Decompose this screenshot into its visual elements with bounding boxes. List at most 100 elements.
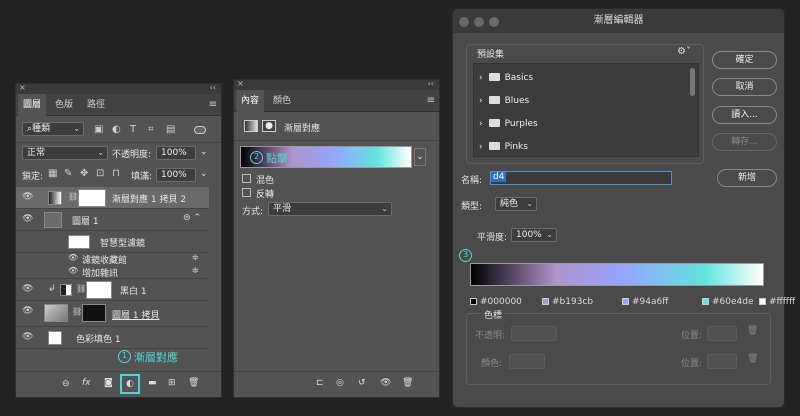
panel-menu-icon[interactable]: ≡ <box>427 95 435 106</box>
stop-color-swatch[interactable] <box>509 354 545 369</box>
gradient-bar[interactable] <box>470 263 764 286</box>
add-mask-icon[interactable]: ◙ <box>104 378 113 388</box>
stop-opacity-input[interactable] <box>511 326 557 341</box>
lock-paint-icon[interactable]: ✎ <box>64 168 72 180</box>
close-window-button[interactable] <box>459 17 469 27</box>
tab-properties[interactable]: 內容 <box>236 90 265 112</box>
toggle-visibility-icon[interactable]: 👁 <box>380 378 391 388</box>
minimize-window-button[interactable] <box>474 17 484 27</box>
dither-checkbox[interactable] <box>242 174 251 183</box>
dialog-titlebar: 漸層編輯器 <box>453 9 784 33</box>
fill-input[interactable]: 100% <box>156 168 196 182</box>
gradient-map-icon <box>244 120 258 132</box>
type-select[interactable]: 純色 ⌄ <box>495 197 537 211</box>
annotation-2-badge: 2 <box>250 151 263 164</box>
zoom-window-button[interactable] <box>489 17 499 27</box>
load-button[interactable]: 讀入... <box>712 106 777 124</box>
layer-row[interactable]: 👁 ⛓ 圖層 1 拷貝 <box>16 301 209 327</box>
method-select[interactable]: 平滑 ⌄ <box>268 202 392 216</box>
close-icon[interactable]: × <box>19 83 26 92</box>
panel-menu-icon[interactable]: ≡ <box>209 99 217 110</box>
lock-artboard-icon[interactable]: ⊡ <box>96 168 104 180</box>
name-input[interactable]: d4 <box>490 171 672 185</box>
color-stop[interactable]: #94a6ff <box>622 297 668 307</box>
trash-icon[interactable]: 🗑 <box>747 326 758 336</box>
adjustment-filter-icon[interactable]: ◐ <box>112 124 121 136</box>
gear-icon[interactable]: ⚙˅ <box>677 46 691 57</box>
filter-row[interactable]: 👁 增加雜訊 ≑ <box>16 265 209 279</box>
preset-folder[interactable]: › Purples <box>474 114 538 134</box>
tab-layers[interactable]: 圖層 <box>18 94 47 116</box>
opacity-input[interactable]: 100% <box>156 146 196 160</box>
preset-folder[interactable]: › Pinks <box>474 137 528 157</box>
fx-icon[interactable]: fx <box>82 378 91 388</box>
trash-icon[interactable]: 🗑 <box>402 378 413 388</box>
link-icon[interactable]: ⛓ <box>72 307 82 316</box>
stop-location-input-2[interactable] <box>707 354 737 369</box>
visibility-eye-icon[interactable]: 👁 <box>68 253 78 262</box>
smart-filter-row[interactable]: 智慧型濾鏡 <box>16 231 209 253</box>
gradient-dropdown-icon[interactable]: ⌄ <box>414 148 426 166</box>
new-group-icon[interactable]: ▬ <box>148 378 157 388</box>
tab-paths[interactable]: 路徑 <box>82 94 110 116</box>
ok-button[interactable]: 確定 <box>712 51 777 69</box>
tab-channels[interactable]: 色版 <box>50 94 78 116</box>
lock-transparent-icon[interactable]: ▦ <box>48 168 57 180</box>
layer-row[interactable]: 👁 ↲ ⛓ 黑白 1 <box>16 279 209 301</box>
lock-all-icon[interactable]: ⊓ <box>112 168 120 180</box>
filter-toggle[interactable] <box>194 126 206 134</box>
save-button[interactable]: 轉存... <box>712 133 777 151</box>
reset-icon[interactable]: ↺ <box>358 378 366 388</box>
link-icon[interactable]: ⛓ <box>68 192 78 201</box>
presets-scrollbar[interactable] <box>690 68 695 96</box>
color-stop[interactable]: #60e4de <box>702 297 754 307</box>
type-filter-icon[interactable]: T <box>130 124 136 136</box>
trash-icon[interactable]: 🗑 <box>747 354 758 364</box>
trash-icon[interactable]: 🗑 <box>188 378 199 388</box>
visibility-eye-icon[interactable]: 👁 <box>22 284 34 294</box>
shape-filter-icon[interactable]: ⌗ <box>148 124 154 136</box>
visibility-eye-icon[interactable]: 👁 <box>22 192 34 202</box>
clip-to-layer-icon[interactable]: ⊏ <box>316 378 324 388</box>
smoothness-input[interactable]: 100% ⌄ <box>511 228 557 242</box>
collapse-icon[interactable]: ‹‹ <box>210 83 216 92</box>
method-label: 方式: <box>242 207 264 217</box>
new-button[interactable]: 新增 <box>717 169 777 187</box>
stop-location-label-2: 位置: <box>681 359 703 369</box>
color-stop[interactable]: #ffffff <box>759 297 795 307</box>
lock-move-icon[interactable]: ✥ <box>80 168 88 180</box>
visibility-eye-icon[interactable]: 👁 <box>22 214 34 224</box>
preset-folder[interactable]: › Blues <box>474 91 529 111</box>
filter-options-icon[interactable]: ≑ <box>191 253 199 263</box>
link-icon[interactable]: ⛓ <box>76 284 86 293</box>
link-layers-icon[interactable]: ⊖ <box>62 379 70 389</box>
smart-object-filter-icon[interactable]: ▤ <box>166 124 175 136</box>
visibility-eye-icon[interactable]: 👁 <box>22 306 34 316</box>
stop-location-input[interactable] <box>707 326 737 341</box>
opacity-dropdown-icon[interactable]: ⌄ <box>200 147 208 157</box>
image-filter-icon[interactable]: ▣ <box>94 124 103 136</box>
layer-row[interactable]: 👁 圖層 1 ⊜ ⌃ <box>16 209 209 231</box>
layer-row[interactable]: 👁 色彩填色 1 <box>16 327 209 349</box>
mask-icon[interactable]: ● <box>262 120 276 132</box>
presets-box: 預設集 ⚙˅ › Basics › Blues › Purples › Pinks <box>466 44 704 164</box>
new-adjustment-layer-icon[interactable]: ◐ <box>120 374 140 394</box>
preset-folder[interactable]: › Basics <box>474 68 533 88</box>
collapse-icon[interactable]: ‹‹ <box>428 79 434 88</box>
color-stop[interactable]: #b193cb <box>542 297 593 307</box>
filter-kind-select[interactable]: ⌕種類 ⌄ <box>22 122 84 136</box>
color-stop[interactable]: #000000 <box>470 297 522 307</box>
layer-row[interactable]: 👁 ⛓ 漸層對應 1 拷貝 2 <box>16 187 209 209</box>
reverse-checkbox[interactable] <box>242 188 251 197</box>
cancel-button[interactable]: 取消 <box>712 78 777 96</box>
blend-mode-select[interactable]: 正常 ⌄ <box>22 146 108 160</box>
view-previous-icon[interactable]: ◎ <box>336 378 344 388</box>
filter-row[interactable]: 👁 濾鏡收藏館 ≑ <box>16 253 209 266</box>
visibility-eye-icon[interactable]: 👁 <box>68 266 78 275</box>
visibility-eye-icon[interactable]: 👁 <box>22 332 34 342</box>
close-icon[interactable]: × <box>237 79 244 88</box>
tab-color[interactable]: 顏色 <box>268 90 296 112</box>
fill-dropdown-icon[interactable]: ⌄ <box>200 169 208 179</box>
filter-options-icon[interactable]: ≑ <box>191 266 199 276</box>
new-layer-icon[interactable]: ⊞ <box>168 378 176 388</box>
